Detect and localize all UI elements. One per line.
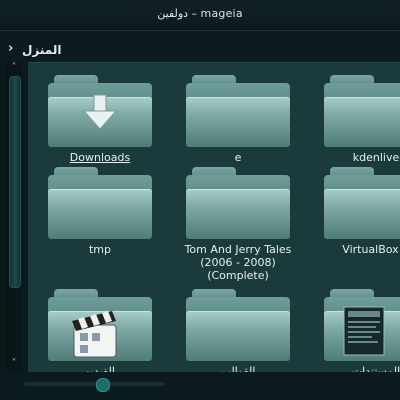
folder-label: VirtualBox V: [342, 243, 400, 256]
folder-downloads[interactable]: Downloads: [38, 75, 162, 164]
folder-tom-and-jerry[interactable]: Tom And Jerry Tales (2006 - 2008) (Compl…: [176, 167, 300, 282]
zoom-slider[interactable]: [24, 378, 164, 392]
scroll-up-icon[interactable]: ˄: [8, 62, 20, 73]
folder-e[interactable]: e: [176, 75, 300, 164]
folder-tmp[interactable]: tmp: [38, 167, 162, 256]
breadcrumb[interactable]: › المنزل: [0, 40, 400, 62]
file-view[interactable]: Downloads e kdenlive tmp Tom And Jerry T…: [28, 62, 400, 373]
breadcrumb-chevron-icon[interactable]: ›: [8, 41, 13, 56]
title-bar: دولفين – mageia: [0, 0, 400, 31]
folder-label: kdenlive: [352, 151, 400, 164]
video-clapper-icon: [72, 311, 117, 358]
zoom-slider-handle[interactable]: [96, 378, 110, 392]
scroll-down-icon[interactable]: ˅: [8, 358, 20, 369]
folder-documents[interactable]: المستندات: [314, 289, 400, 373]
download-arrow-icon: [82, 94, 118, 130]
folder-label: Tom And Jerry Tales (2006 - 2008) (Compl…: [184, 243, 292, 282]
folder-icon: [324, 167, 400, 239]
folder-icon: [186, 289, 290, 361]
document-icon: [343, 306, 385, 356]
folder-icon: [48, 75, 152, 147]
folder-templates[interactable]: القوالب: [176, 289, 300, 373]
vertical-scrollbar[interactable]: ˄ ˅: [6, 62, 22, 372]
scrollbar-thumb[interactable]: [9, 76, 21, 288]
folder-icon: [186, 167, 290, 239]
status-bar: [0, 372, 400, 400]
folder-icon: [48, 167, 152, 239]
folder-label: e: [234, 151, 242, 164]
folder-label: tmp: [88, 243, 111, 256]
folder-kdenlive[interactable]: kdenlive: [314, 75, 400, 164]
folder-icon: [324, 75, 400, 147]
folder-icon: [186, 75, 290, 147]
window-title: دولفين – mageia: [157, 7, 243, 20]
folder-virtualbox[interactable]: VirtualBox V: [314, 167, 400, 256]
folder-icon: [48, 289, 152, 361]
folder-icon: [324, 289, 400, 361]
folder-videos[interactable]: الفيديو: [38, 289, 162, 373]
folder-label: Downloads: [69, 151, 131, 164]
breadcrumb-home[interactable]: المنزل: [22, 43, 61, 57]
